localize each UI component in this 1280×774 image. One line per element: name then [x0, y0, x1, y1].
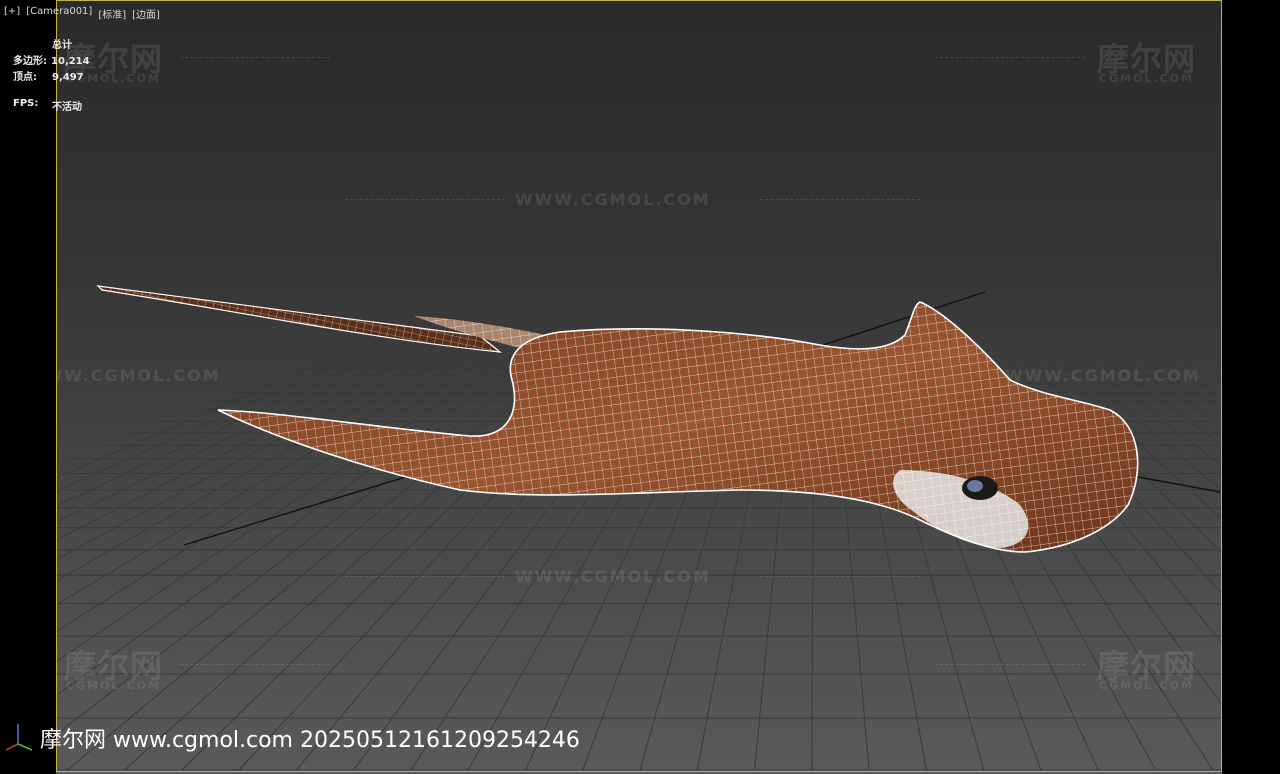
grid-line [0, 343, 528, 701]
viewport-menu-shading-standard[interactable]: [标准] [98, 6, 126, 21]
fps-label: FPS: [13, 98, 39, 109]
letterbox-right [1222, 0, 1280, 774]
grid-line [0, 343, 421, 551]
viewport-menu-display-edged-faces[interactable]: [边面] [132, 6, 160, 21]
watermark-rule [180, 664, 330, 665]
scene-render [0, 285, 1280, 771]
grid-line [9, 343, 564, 771]
watermark-url: WWW.CGMOL.COM [515, 567, 711, 586]
watermark-brand-sub: CGMOL.COM [1099, 72, 1194, 85]
viewport-statistics: 总计 多边形: 10,214 顶点: 9,497 [13, 38, 90, 86]
fps-value: 不活动 [52, 102, 82, 113]
grid-line [0, 343, 474, 614]
viewport-label-menu: [+] [Camera001] [标准] [边面] [4, 6, 160, 21]
stats-polygons-value: 10,214 [51, 56, 90, 67]
footer-watermark-text: 摩尔网 www.cgmol.com 20250512161209254246 [40, 728, 580, 753]
watermark-rule [935, 57, 1085, 58]
grid-line [0, 343, 546, 737]
watermark-rule [345, 199, 505, 200]
stats-total-label: 总计 [52, 40, 72, 51]
letterbox-left [0, 0, 56, 774]
xyz-axis-icon [5, 724, 33, 751]
viewport-menu-general[interactable]: [+] [4, 6, 20, 21]
fps-readout: FPS: 不活动 [13, 98, 82, 113]
watermark-rule [935, 664, 1085, 665]
stats-vertices-value: 9,497 [52, 72, 84, 83]
watermark-rule [345, 576, 505, 577]
viewport-camera001[interactable]: WWW.CGMOL.COM WWW.CGMOL.COM WWW.CGMOL.CO… [0, 0, 1280, 774]
watermark-url: WWW.CGMOL.COM [515, 190, 711, 209]
grid-line [0, 343, 456, 591]
watermark-url: WWW.CGMOL.COM [1005, 366, 1201, 385]
watermark-rule [180, 57, 330, 58]
watermark-brand-sub: CGMOL.COM [1099, 679, 1194, 692]
watermark-brand-sub: CGMOL.COM [66, 679, 161, 692]
watermark-rule [760, 576, 920, 577]
stats-vertices-label: 顶点: [13, 72, 37, 83]
stats-polygons-label: 多边形: [13, 56, 47, 67]
grid-line [0, 343, 385, 518]
viewport-menu-camera[interactable]: [Camera001] [26, 6, 92, 21]
grid-line [0, 343, 492, 640]
watermark-rule [760, 199, 920, 200]
